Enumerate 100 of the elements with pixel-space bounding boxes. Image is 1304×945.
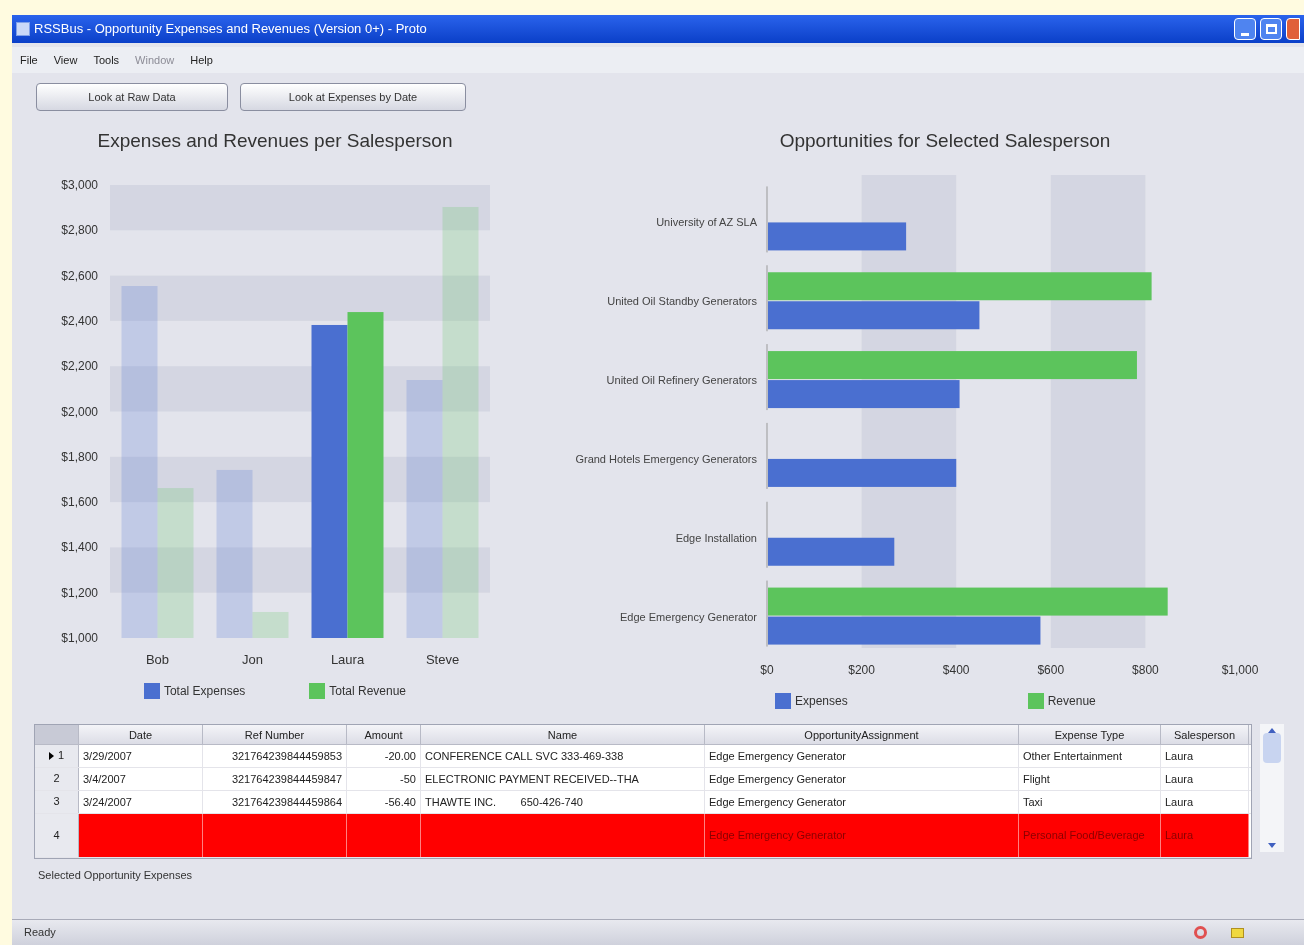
legend-label: Expenses — [795, 692, 848, 710]
table-cell: Edge Emergency Generator — [705, 767, 1019, 790]
bar[interactable] — [347, 311, 384, 638]
table-cell: 321764239844459864 — [203, 790, 347, 813]
axis-tick-label: $2,000 — [61, 404, 98, 418]
stop-icon — [1194, 926, 1207, 939]
bar[interactable] — [157, 487, 194, 638]
axis-tick-label: $0 — [760, 662, 774, 677]
row-header[interactable]: 2 — [35, 767, 79, 790]
menu-item[interactable]: File — [20, 51, 38, 69]
row-header[interactable]: 4 — [35, 813, 79, 857]
bar[interactable] — [406, 379, 443, 638]
bar[interactable] — [216, 469, 253, 638]
column-header[interactable]: OpportunityAssignment — [705, 724, 1019, 744]
table-cell: Taxi — [1019, 790, 1161, 813]
column-header[interactable]: Expense Type — [1019, 724, 1161, 744]
status-text: Ready — [24, 925, 57, 941]
axis-tick-label: $1,000 — [1221, 662, 1259, 677]
bar[interactable] — [442, 206, 479, 638]
table-cell: ELECTRONIC PAYMENT RECEIVED--THA — [421, 767, 705, 790]
axis-tick-label: $1,200 — [61, 585, 98, 600]
table-cell: 3/4/2007 — [79, 767, 203, 790]
row-header[interactable]: 3 — [35, 790, 79, 813]
bar[interactable] — [252, 611, 289, 638]
axis-tick-label: $800 — [1132, 662, 1159, 677]
table-cell: 321764239844459853 — [203, 744, 347, 767]
axis-category-label: United Oil Refinery Generators — [606, 373, 757, 386]
axis-category-label: Jon — [242, 651, 263, 667]
row-number: 4 — [53, 827, 60, 843]
close-button[interactable] — [1286, 18, 1300, 40]
table-cell: CONFERENCE CALL SVC 333-469-338 — [421, 744, 705, 767]
scroll-down-icon[interactable] — [1268, 842, 1276, 848]
table-cell: -56.40 — [347, 790, 421, 813]
table-cell: Personal Food/Beverage — [1019, 813, 1161, 857]
table-cell: Laura — [1161, 790, 1249, 813]
table-cell: Edge Emergency Generator — [705, 813, 1019, 857]
axis-tick-label: $2,400 — [61, 313, 98, 328]
minimize-button[interactable] — [1234, 18, 1256, 40]
column-header[interactable]: Date — [79, 724, 203, 744]
row-number: 2 — [53, 771, 60, 787]
axis-category-label: Edge Emergency Generator — [620, 610, 757, 623]
column-header[interactable]: Salesperson — [1161, 724, 1249, 744]
axis-tick-label: $200 — [848, 662, 875, 677]
axis-category-label: Grand Hotels Emergency Generators — [575, 452, 757, 465]
scroll-thumb[interactable] — [1263, 732, 1281, 763]
current-row-icon — [48, 751, 54, 760]
table-cell: 3/29/2007 — [79, 744, 203, 767]
app-icon — [16, 22, 30, 36]
table-cell: Flight — [1019, 767, 1161, 790]
chart-title: Expenses and Revenues per Salesperson — [97, 129, 453, 153]
axis-category-label: Steve — [425, 651, 460, 667]
axis-tick-label: $400 — [942, 662, 970, 677]
legend-label: Total Revenue — [329, 682, 407, 700]
axis-category-label: United Oil Standby Generators — [607, 294, 757, 307]
menu-item[interactable]: Help — [190, 51, 213, 69]
toolbar-button[interactable]: Look at Expenses by Date — [240, 83, 466, 111]
axis-tick-label: $2,600 — [61, 268, 98, 283]
legend-label: Revenue — [1047, 692, 1096, 710]
column-header[interactable]: Ref Number — [203, 724, 347, 744]
axis-tick-label: $1,000 — [61, 630, 98, 645]
bar[interactable] — [121, 285, 158, 638]
axis-tick-label: $600 — [1037, 662, 1065, 677]
table-caption: Selected Opportunity Expenses — [37, 867, 194, 883]
chart-title: Opportunities for Selected Salesperson — [779, 129, 1111, 153]
maximize-button[interactable] — [1260, 18, 1282, 40]
table-cell: Edge Emergency Generator — [705, 790, 1019, 813]
axis-category-label: Bob — [145, 651, 170, 667]
row-number: 1 — [57, 748, 65, 764]
axis-category-label: Edge Installation — [675, 531, 757, 544]
axis-tick-label: $2,800 — [61, 222, 98, 237]
table-cell: -20.00 — [347, 744, 421, 767]
axis-tick-label: $1,600 — [61, 494, 98, 509]
table-cell: Edge Emergency Generator — [705, 744, 1019, 767]
menu-item[interactable]: View — [53, 51, 78, 69]
axis-tick-label: $3,000 — [61, 177, 98, 192]
table-cell: 321764239844459847 — [203, 767, 347, 790]
axis-category-label: University of AZ SLA — [656, 215, 757, 228]
column-header[interactable]: Name — [421, 724, 705, 744]
column-header[interactable]: Amount — [347, 724, 421, 744]
table-cell: THAWTE INC. 650-426-740 — [421, 790, 705, 813]
toolbar-button[interactable]: Look at Raw Data — [36, 83, 228, 111]
folder-icon — [1231, 927, 1244, 938]
table-cell: Other Entertainment — [1019, 744, 1161, 767]
table-cell: -50 — [347, 767, 421, 790]
axis-tick-label: $1,400 — [61, 539, 98, 554]
table-cell: Laura — [1161, 813, 1249, 857]
row-header[interactable]: 1 — [35, 744, 79, 767]
axis-tick-label: $2,200 — [61, 358, 98, 373]
axis-category-label: Laura — [330, 651, 365, 667]
window-title: RSSBus - Opportunity Expenses and Revenues (Version 0+) - Proto — [34, 20, 428, 39]
legend-label: Total Expenses — [163, 682, 246, 700]
menu-item[interactable]: Tools — [93, 51, 120, 69]
row-number: 3 — [53, 794, 60, 810]
table-cell: Laura — [1161, 767, 1249, 790]
axis-tick-label: $1,800 — [61, 449, 98, 464]
table-cell: 3/24/2007 — [79, 790, 203, 813]
table-corner[interactable] — [35, 724, 79, 744]
bar[interactable] — [311, 324, 348, 638]
vertical-scrollbar[interactable] — [1260, 723, 1284, 852]
table-cell: Laura — [1161, 744, 1249, 767]
